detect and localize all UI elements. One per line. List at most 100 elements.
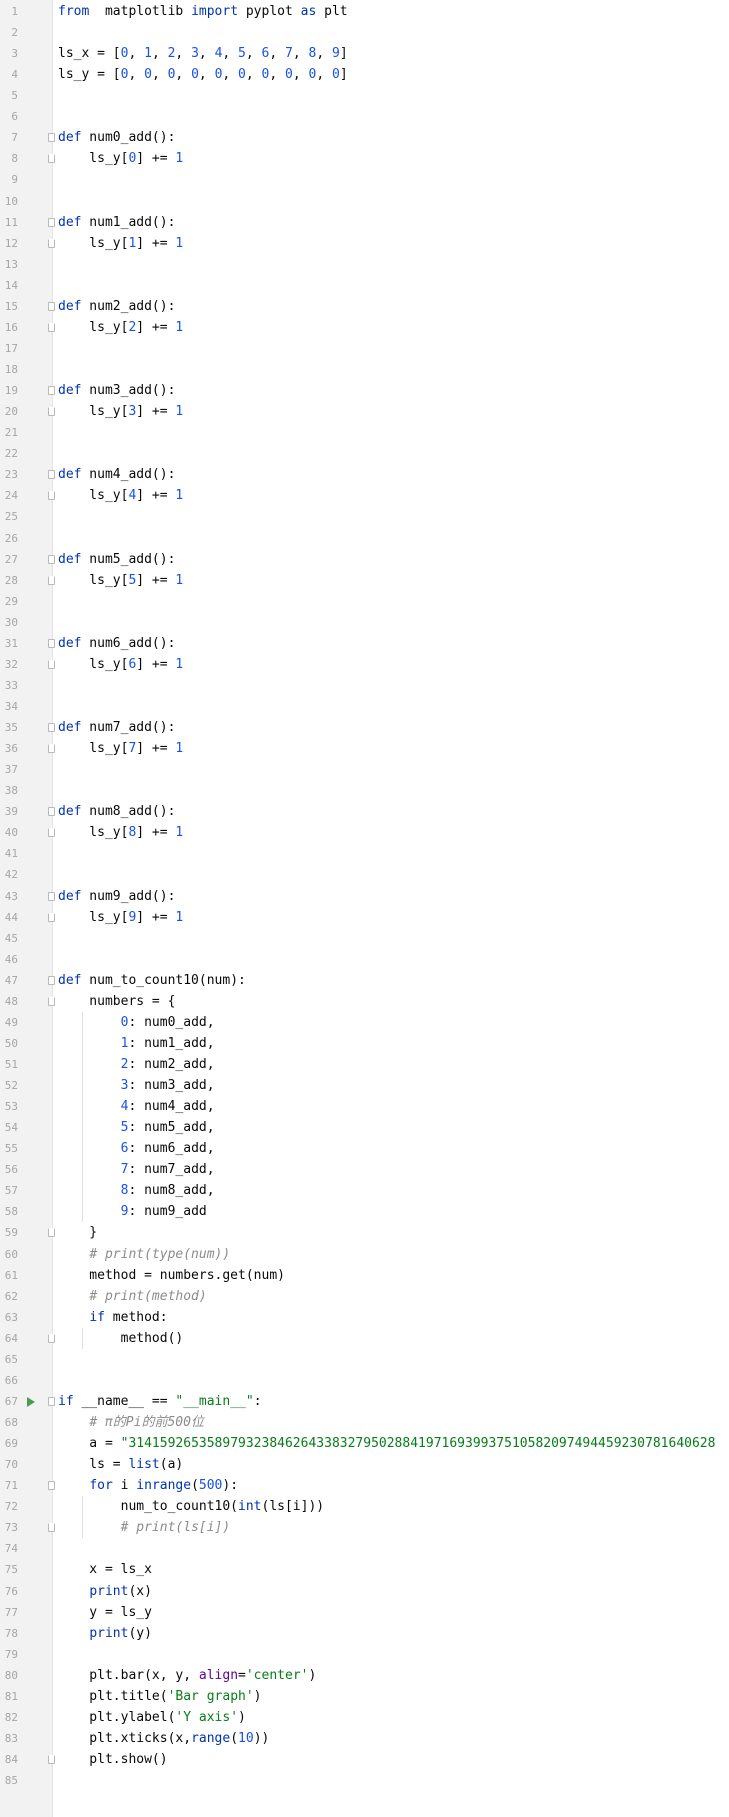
code-line[interactable]: 21 [0, 422, 729, 443]
code-line[interactable]: 79 [0, 1644, 729, 1665]
fold-end-icon[interactable] [48, 996, 55, 1006]
code-line[interactable]: 37 [0, 759, 729, 780]
code-line[interactable]: 55 6: num6_add, [0, 1138, 729, 1159]
code-line[interactable]: 85 [0, 1770, 729, 1791]
fold-collapse-icon[interactable] [48, 554, 55, 564]
code-line[interactable]: 82 plt.ylabel('Y axis') [0, 1707, 729, 1728]
code-line[interactable]: 58 9: num9_add [0, 1201, 729, 1222]
code-line[interactable]: 33 [0, 675, 729, 696]
run-arrow-icon[interactable] [27, 1396, 35, 1407]
code-line[interactable]: 47 def num_to_count10(num): [0, 970, 729, 991]
code-line[interactable]: 83 plt.xticks(x,range(10)) [0, 1728, 729, 1749]
code-line[interactable]: 43 def num9_add(): [0, 886, 729, 907]
fold-end-icon[interactable] [48, 744, 55, 754]
code-line[interactable]: 25 [0, 506, 729, 527]
fold-end-icon[interactable] [48, 1523, 55, 1533]
code-line[interactable]: 52 3: num3_add, [0, 1075, 729, 1096]
code-line[interactable]: 45 [0, 928, 729, 949]
code-line[interactable]: 63 if method: [0, 1307, 729, 1328]
code-line[interactable]: 54 5: num5_add, [0, 1117, 729, 1138]
code-line[interactable]: 9 [0, 169, 729, 190]
code-line[interactable]: 78 print(y) [0, 1623, 729, 1644]
code-line[interactable]: 74 [0, 1538, 729, 1559]
code-line[interactable]: 11 def num1_add(): [0, 212, 729, 233]
code-line[interactable]: 16 ls_y[2] += 1 [0, 317, 729, 338]
code-line[interactable]: 10 [0, 191, 729, 212]
fold-collapse-icon[interactable] [48, 301, 55, 311]
code-line[interactable]: 4 ls_y = [0, 0, 0, 0, 0, 0, 0, 0, 0, 0] [0, 64, 729, 85]
fold-end-icon[interactable] [48, 238, 55, 248]
code-line[interactable]: 64 method() [0, 1328, 729, 1349]
code-editor[interactable]: 1 from matplotlib import pyplot as plt 2 3 l… [0, 0, 729, 1817]
code-line[interactable]: 13 [0, 254, 729, 275]
code-line[interactable]: 6 [0, 106, 729, 127]
fold-end-icon[interactable] [48, 828, 55, 838]
code-line[interactable]: 65 [0, 1349, 729, 1370]
code-line[interactable]: 40 ls_y[8] += 1 [0, 822, 729, 843]
code-line[interactable]: 24 ls_y[4] += 1 [0, 485, 729, 506]
fold-collapse-icon[interactable] [48, 1481, 55, 1491]
code-line[interactable]: 27 def num5_add(): [0, 549, 729, 570]
code-line[interactable]: 18 [0, 359, 729, 380]
code-line[interactable]: 44 ls_y[9] += 1 [0, 907, 729, 928]
code-line[interactable]: 46 [0, 949, 729, 970]
code-line[interactable]: 53 4: num4_add, [0, 1096, 729, 1117]
code-line[interactable]: 19 def num3_add(): [0, 380, 729, 401]
code-line[interactable]: 2 [0, 22, 729, 43]
fold-collapse-icon[interactable] [48, 217, 55, 227]
code-line[interactable]: 8 ls_y[0] += 1 [0, 148, 729, 169]
code-line[interactable]: 14 [0, 275, 729, 296]
code-line[interactable]: 34 [0, 696, 729, 717]
fold-end-icon[interactable] [48, 1754, 55, 1764]
code-line[interactable]: 69 a = "31415926535897932384626433832795… [0, 1433, 729, 1454]
code-line[interactable]: 3 ls_x = [0, 1, 2, 3, 4, 5, 6, 7, 8, 9] [0, 43, 729, 64]
code-line[interactable]: 39 def num8_add(): [0, 801, 729, 822]
code-line[interactable]: 20 ls_y[3] += 1 [0, 401, 729, 422]
code-line[interactable]: 50 1: num1_add, [0, 1033, 729, 1054]
code-line[interactable]: 71 for i inrange(500): [0, 1475, 729, 1496]
code-line[interactable]: 30 [0, 612, 729, 633]
code-line[interactable]: 81 plt.title('Bar graph') [0, 1686, 729, 1707]
fold-collapse-icon[interactable] [48, 386, 55, 396]
code-line[interactable]: 57 8: num8_add, [0, 1180, 729, 1201]
code-line[interactable]: 56 7: num7_add, [0, 1159, 729, 1180]
fold-end-icon[interactable] [48, 659, 55, 669]
code-line[interactable]: 75 x = ls_x [0, 1559, 729, 1580]
code-line[interactable]: 31 def num6_add(): [0, 633, 729, 654]
fold-collapse-icon[interactable] [48, 133, 55, 143]
code-line[interactable]: 42 [0, 864, 729, 885]
code-line[interactable]: 29 [0, 591, 729, 612]
code-line[interactable]: 41 [0, 843, 729, 864]
fold-collapse-icon[interactable] [48, 470, 55, 480]
code-line[interactable]: 51 2: num2_add, [0, 1054, 729, 1075]
code-line[interactable]: 36 ls_y[7] += 1 [0, 738, 729, 759]
code-line[interactable]: 80 plt.bar(x, y, align='center') [0, 1665, 729, 1686]
code-line[interactable]: 26 [0, 528, 729, 549]
code-line[interactable]: 84 plt.show() [0, 1749, 729, 1770]
code-line[interactable]: 76 print(x) [0, 1581, 729, 1602]
code-line[interactable]: 72 num_to_count10(int(ls[i])) [0, 1496, 729, 1517]
fold-end-icon[interactable] [48, 154, 55, 164]
code-line[interactable]: 67 if __name__ == "__main__": [0, 1391, 729, 1412]
code-line[interactable]: 62 # print(method) [0, 1286, 729, 1307]
code-line[interactable]: 73 # print(ls[i]) [0, 1517, 729, 1538]
fold-end-icon[interactable] [48, 912, 55, 922]
code-line[interactable]: 32 ls_y[6] += 1 [0, 654, 729, 675]
code-line[interactable]: 1 from matplotlib import pyplot as plt [0, 1, 729, 22]
code-line[interactable]: 49 0: num0_add, [0, 1012, 729, 1033]
fold-end-icon[interactable] [48, 407, 55, 417]
fold-collapse-icon[interactable] [48, 638, 55, 648]
code-line[interactable]: 12 ls_y[1] += 1 [0, 233, 729, 254]
fold-collapse-icon[interactable] [48, 807, 55, 817]
code-line[interactable]: 66 [0, 1370, 729, 1391]
fold-end-icon[interactable] [48, 322, 55, 332]
code-line[interactable]: 77 y = ls_y [0, 1602, 729, 1623]
code-line[interactable]: 68 # π的Pi的前500位 [0, 1412, 729, 1433]
code-line[interactable]: 59 } [0, 1222, 729, 1243]
code-line[interactable]: 28 ls_y[5] += 1 [0, 570, 729, 591]
code-line[interactable]: 35 def num7_add(): [0, 717, 729, 738]
code-line[interactable]: 60 # print(type(num)) [0, 1244, 729, 1265]
code-line[interactable]: 15 def num2_add(): [0, 296, 729, 317]
code-line[interactable]: 70 ls = list(a) [0, 1454, 729, 1475]
fold-collapse-icon[interactable] [48, 1396, 55, 1406]
